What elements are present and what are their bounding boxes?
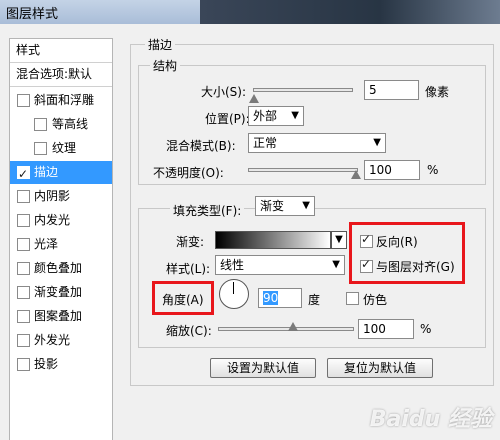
blend-mode-select[interactable]: 正常 ▼ <box>248 133 386 153</box>
sidebar-item-inner-glow[interactable]: 内发光 <box>10 209 112 232</box>
reset-default-button[interactable]: 复位为默认值 <box>327 358 433 378</box>
sidebar-item-label: 外发光 <box>34 333 71 347</box>
sidebar-item-bevel-emboss[interactable]: 斜面和浮雕 <box>10 89 112 112</box>
reverse-checkbox[interactable] <box>360 232 373 248</box>
sidebar-item-drop-shadow[interactable]: 投影 <box>10 353 112 376</box>
sidebar-item-pattern-overlay[interactable]: 图案叠加 <box>10 305 112 328</box>
sidebar-item-label: 内发光 <box>34 213 71 227</box>
style-value: 线性 <box>220 258 245 272</box>
angle-dial[interactable] <box>219 279 249 309</box>
sidebar-item-label: 描边 <box>34 165 59 179</box>
opacity-unit: % <box>427 163 439 177</box>
sidebar-item-label: 光泽 <box>34 237 59 251</box>
angle-dial-needle <box>233 282 234 294</box>
position-select[interactable]: 外部 ▼ <box>248 106 304 126</box>
window-title: 图层样式 <box>6 7 59 22</box>
angle-value: 90 <box>263 291 279 305</box>
dither-label[interactable]: 仿色 <box>363 291 387 308</box>
sidebar-item-label: 内阴影 <box>34 189 71 203</box>
reverse-label[interactable]: 反向(R) <box>376 233 418 250</box>
fill-type-value: 渐变 <box>260 199 285 213</box>
sidebar-item-inner-shadow[interactable]: 内阴影 <box>10 185 112 208</box>
bevel-emboss-checkbox[interactable] <box>17 94 30 107</box>
color-overlay-checkbox[interactable] <box>17 262 30 275</box>
style-list-panel: 样式 混合选项:默认 斜面和浮雕 等高线 纹理 描边 内阴影 内发光 光泽 颜色… <box>9 38 113 440</box>
gradient-picker-button[interactable]: ▼ <box>331 231 347 249</box>
size-slider-track[interactable] <box>253 88 353 92</box>
position-value: 外部 <box>253 109 278 123</box>
sidebar-item-texture[interactable]: 纹理 <box>10 137 112 160</box>
pattern-overlay-checkbox[interactable] <box>17 310 30 323</box>
stroke-section-title: 描边 <box>145 36 176 53</box>
scale-input[interactable]: 100 <box>358 319 414 339</box>
dither-checkbox[interactable] <box>346 292 359 305</box>
fill-type-select[interactable]: 渐变 ▼ <box>255 196 315 216</box>
style-select[interactable]: 线性 ▼ <box>215 255 345 275</box>
gradient-preview[interactable] <box>215 231 331 249</box>
scale-label: 缩放(C): <box>166 324 212 338</box>
align-with-layer-checkbox[interactable] <box>360 257 373 273</box>
stroke-checkbox[interactable] <box>17 163 30 186</box>
texture-checkbox[interactable] <box>34 142 47 155</box>
align-with-layer-label[interactable]: 与图层对齐(G) <box>376 258 455 275</box>
chevron-down-icon: ▼ <box>332 259 340 270</box>
style-label: 样式(L): <box>166 262 211 276</box>
sidebar-item-stroke[interactable]: 描边 <box>10 161 112 186</box>
sidebar-item-label: 纹理 <box>52 141 77 155</box>
background-canvas <box>200 0 500 24</box>
sidebar-item-color-overlay[interactable]: 颜色叠加 <box>10 257 112 280</box>
sidebar-item-contour[interactable]: 等高线 <box>10 113 112 136</box>
angle-input[interactable]: 90 <box>258 288 302 308</box>
drop-shadow-checkbox[interactable] <box>17 358 30 371</box>
angle-label: 角度(A) <box>162 293 204 307</box>
gradient-label: 渐变: <box>176 235 205 249</box>
blend-mode-label: 混合模式(B): <box>166 139 236 153</box>
sidebar-item-label: 图案叠加 <box>34 309 83 323</box>
scale-slider-track[interactable] <box>218 327 354 331</box>
opacity-input[interactable]: 100 <box>364 160 420 180</box>
fill-type-label: 填充类型(F): <box>170 202 245 219</box>
inner-shadow-checkbox[interactable] <box>17 190 30 203</box>
chevron-down-icon: ▼ <box>302 200 310 211</box>
scale-unit: % <box>420 322 432 336</box>
styles-header[interactable]: 样式 <box>10 39 112 63</box>
chevron-down-icon: ▼ <box>373 137 381 148</box>
blend-mode-value: 正常 <box>253 136 278 150</box>
styles-header-label: 样式 <box>16 43 41 57</box>
sidebar-item-satin[interactable]: 光泽 <box>10 233 112 256</box>
satin-checkbox[interactable] <box>17 238 30 251</box>
chevron-down-icon: ▼ <box>291 110 299 121</box>
size-slider-thumb[interactable] <box>249 94 259 103</box>
size-unit: 像素 <box>425 85 450 99</box>
structure-title: 结构 <box>150 57 181 74</box>
blend-options-item[interactable]: 混合选项:默认 <box>10 63 112 87</box>
opacity-label: 不透明度(O): <box>153 166 224 180</box>
baidu-watermark: Baidu 经验 <box>369 407 492 432</box>
angle-unit: 度 <box>308 293 321 307</box>
size-label: 大小(S): <box>201 85 247 99</box>
sidebar-item-label: 投影 <box>34 357 59 371</box>
position-label: 位置(P): <box>205 112 250 126</box>
sidebar-item-label: 颜色叠加 <box>34 261 83 275</box>
sidebar-item-label: 等高线 <box>52 117 89 131</box>
sidebar-item-outer-glow[interactable]: 外发光 <box>10 329 112 352</box>
sidebar-item-label: 斜面和浮雕 <box>34 93 95 107</box>
sidebar-item-label: 渐变叠加 <box>34 285 83 299</box>
sidebar-item-gradient-overlay[interactable]: 渐变叠加 <box>10 281 112 304</box>
size-input[interactable]: 5 <box>364 80 419 100</box>
inner-glow-checkbox[interactable] <box>17 214 30 227</box>
contour-checkbox[interactable] <box>34 118 47 131</box>
blend-options-label: 混合选项:默认 <box>16 67 93 81</box>
opacity-slider-track[interactable] <box>248 168 358 172</box>
make-default-button[interactable]: 设置为默认值 <box>210 358 316 378</box>
opacity-slider-thumb[interactable] <box>351 170 361 179</box>
scale-slider-thumb[interactable] <box>288 322 298 331</box>
chevron-down-icon: ▼ <box>335 234 343 245</box>
gradient-overlay-checkbox[interactable] <box>17 286 30 299</box>
title-bar: 图层样式 <box>0 0 500 24</box>
outer-glow-checkbox[interactable] <box>17 334 30 347</box>
